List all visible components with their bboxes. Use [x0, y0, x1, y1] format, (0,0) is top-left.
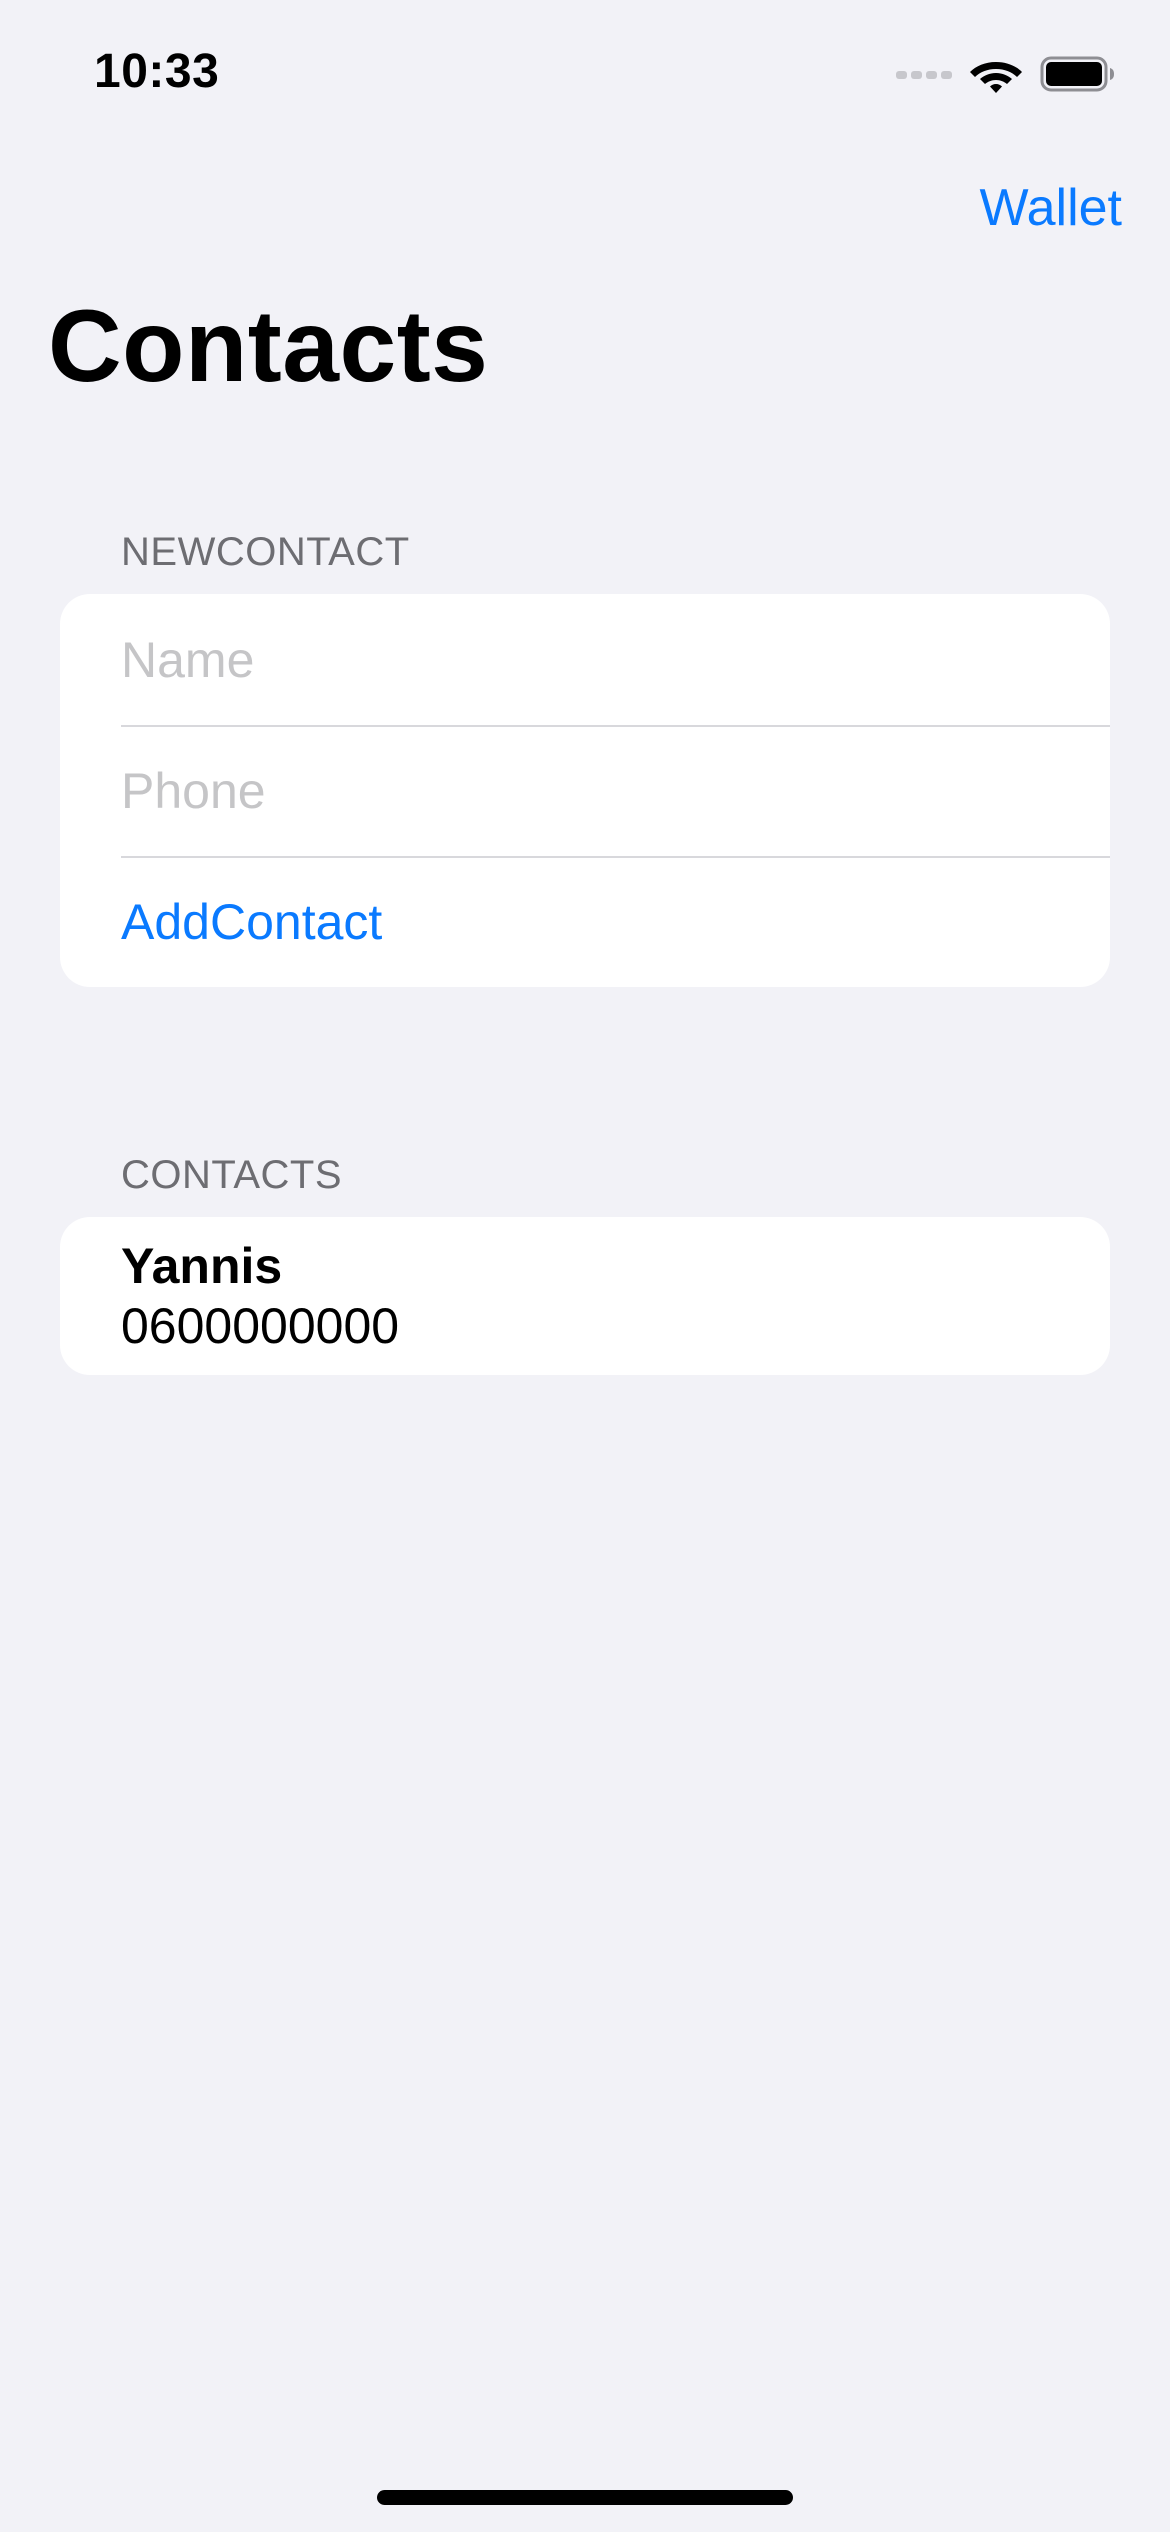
contact-name: Yannis — [121, 1238, 283, 1294]
status-bar: 10:33 — [0, 0, 1170, 140]
wifi-icon — [970, 62, 1022, 93]
status-icons — [896, 52, 1116, 96]
status-time: 10:33 — [94, 45, 220, 98]
phone-input[interactable] — [121, 761, 1021, 820]
new-contact-form: AddContact — [60, 594, 1110, 987]
contacts-screen: 10:33 Wallet Contacts NEWCONTACT Name Ph… — [0, 0, 1170, 2532]
name-input[interactable] — [121, 630, 1021, 689]
phone-row — [60, 725, 1110, 856]
name-row — [60, 594, 1110, 725]
section-header-new-contact: NEWCONTACT — [121, 530, 410, 574]
contact-list-item[interactable]: Yannis 0600000000 — [60, 1217, 1110, 1375]
battery-icon — [1040, 56, 1114, 92]
contact-phone: 0600000000 — [121, 1298, 400, 1354]
page-title: Contacts — [48, 289, 489, 403]
wallet-button[interactable]: Wallet — [979, 178, 1122, 238]
section-header-contacts: CONTACTS — [121, 1153, 343, 1197]
home-indicator[interactable] — [377, 2490, 793, 2505]
cellular-signal-icon — [896, 71, 952, 79]
contacts-list: Yannis 0600000000 — [60, 1217, 1110, 1375]
add-contact-button[interactable]: AddContact — [60, 856, 1110, 987]
